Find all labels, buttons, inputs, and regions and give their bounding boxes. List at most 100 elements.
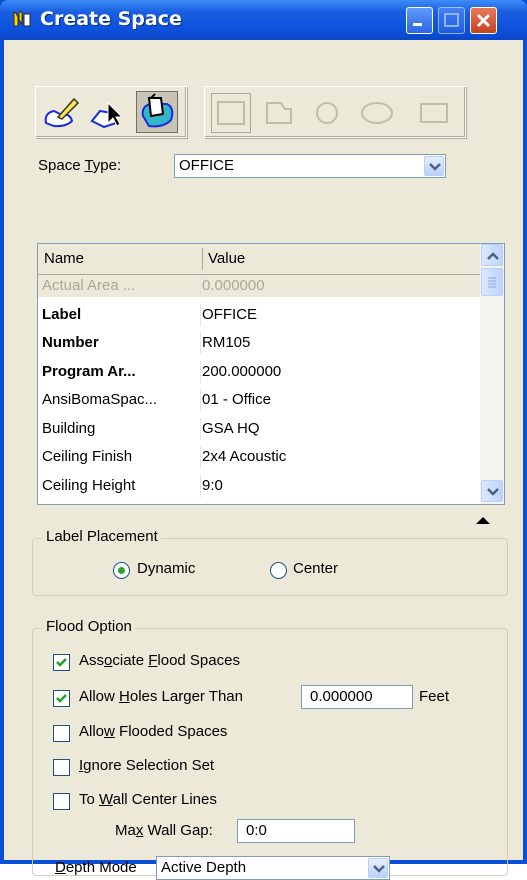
space-type-select[interactable]: OFFICE (174, 154, 446, 178)
grid-cell-name: Ceiling Finish (42, 448, 133, 465)
column-header-name[interactable]: Name (44, 250, 84, 267)
shape-toolbar (204, 86, 466, 138)
ellipse-tool[interactable] (355, 93, 395, 133)
square-icon (420, 103, 448, 123)
grid-cell-value[interactable]: 200.000000 (202, 363, 281, 380)
grip-icon (488, 277, 496, 288)
dialog-body: Space Type: OFFICE Name Value Actual Are… (4, 40, 523, 880)
ignore-selection-label: Ignore Selection Set (79, 757, 215, 774)
minimize-icon (413, 23, 422, 26)
app-icon (13, 11, 31, 27)
rectangle-icon (217, 101, 245, 125)
grid-cell-name: AnsiBomaSpac... (42, 391, 158, 408)
allow-holes-unit: Feet (419, 688, 450, 705)
allow-flooded-label: Allow Flooded Spaces (79, 723, 228, 740)
grid-cell-name: Actual Area ... (42, 277, 136, 294)
allow-holes-input[interactable]: 0.000000 (301, 685, 413, 709)
maximize-button[interactable] (438, 7, 465, 34)
associate-flood-label: Associate Flood Spaces (79, 652, 240, 669)
checkmark-icon (56, 658, 67, 667)
radio-dynamic-label: Dynamic (137, 560, 196, 577)
grid-row[interactable]: Number RM105 (38, 332, 480, 354)
minimize-button[interactable] (406, 7, 433, 34)
grid-cell-value[interactable]: OFFICE (202, 306, 257, 323)
collapse-arrow-icon[interactable] (475, 515, 491, 525)
chevron-down-icon (373, 865, 385, 873)
grid-cell-name: Label (42, 305, 82, 323)
radio-dynamic[interactable] (113, 562, 130, 579)
grid-cell-value[interactable]: 9:0 (202, 477, 223, 494)
label-placement-legend: Label Placement (43, 528, 161, 545)
radio-center-label: Center (293, 560, 339, 577)
wall-center-label: To Wall Center Lines (79, 791, 217, 808)
polygon-tool[interactable] (259, 93, 299, 133)
ellipse-icon (361, 102, 393, 124)
grid-scrollbar[interactable] (480, 244, 504, 504)
allow-flooded-checkbox[interactable] (53, 725, 70, 742)
chevron-down-icon (487, 488, 499, 496)
close-button[interactable] (470, 7, 497, 34)
space-type-value: OFFICE (179, 157, 234, 174)
radio-center[interactable] (270, 562, 287, 579)
depth-mode-value: Active Depth (161, 859, 247, 876)
chevron-up-icon (487, 252, 499, 260)
grid-cell-value[interactable]: 2x4 Acoustic (202, 448, 286, 465)
close-icon (476, 13, 491, 28)
space-type-label: Space Type: (38, 157, 122, 174)
scroll-up-button[interactable] (481, 244, 503, 266)
select-flood-icon (90, 101, 124, 129)
grid-row[interactable]: Building GSA HQ (38, 417, 480, 440)
allow-holes-checkbox[interactable] (53, 690, 70, 707)
chevron-down-icon (429, 163, 441, 171)
property-grid[interactable]: Name Value Actual Area ... 0.000000 Label O… (37, 243, 505, 505)
flood-option-group: Flood Option Associate Flood Spaces Allo… (32, 618, 508, 876)
grid-cell-name: Ceiling Height (42, 476, 136, 494)
grid-row[interactable]: Ceiling Finish 2x4 Acoustic (38, 446, 480, 468)
grid-row[interactable]: AnsiBomaSpac... 01 - Office (38, 389, 480, 411)
grid-cell-value[interactable]: GSA HQ (202, 420, 260, 437)
depth-mode-label: Depth Mode (55, 859, 137, 876)
max-wall-gap-input[interactable]: 0:0 (237, 819, 355, 843)
scroll-thumb[interactable] (481, 268, 503, 296)
circle-tool[interactable] (309, 93, 349, 133)
allow-holes-value: 0.000000 (310, 688, 373, 705)
square-tool[interactable] (415, 93, 455, 133)
title-bar[interactable]: Create Space (0, 0, 527, 40)
grid-row[interactable]: Label OFFICE (38, 303, 480, 326)
max-wall-gap-label: Max Wall Gap: (115, 822, 213, 839)
circle-icon (316, 102, 338, 124)
grid-row[interactable]: Actual Area ... 0.000000 (38, 275, 480, 297)
grid-row[interactable]: Ceiling Height 9:0 (38, 474, 480, 497)
space-type-dropdown-button[interactable] (424, 156, 444, 176)
allow-holes-label: Allow Holes Larger Than (79, 688, 243, 705)
depth-mode-select[interactable]: Active Depth (156, 856, 390, 880)
flood-option-legend: Flood Option (43, 618, 135, 635)
flood-fill-icon (141, 93, 174, 128)
scroll-down-button[interactable] (481, 480, 503, 502)
grid-cell-name: Number (42, 334, 99, 351)
grid-cell-name: Program Ar... (42, 362, 136, 380)
method-toolbar (35, 86, 187, 138)
max-wall-gap-value: 0:0 (246, 822, 267, 839)
grid-cell-value[interactable]: RM105 (202, 334, 250, 351)
rectangle-tool[interactable] (211, 93, 251, 133)
checkmark-icon (56, 694, 67, 703)
maximize-icon (444, 13, 459, 27)
place-space-icon (44, 97, 80, 128)
associate-flood-checkbox[interactable] (53, 654, 70, 671)
grid-row[interactable]: Program Ar... 200.000000 (38, 360, 480, 383)
column-header-value[interactable]: Value (208, 250, 245, 267)
place-space-tool[interactable] (40, 91, 82, 133)
flood-fill-tool[interactable] (136, 91, 178, 133)
grid-header: Name Value (38, 244, 480, 275)
ignore-selection-checkbox[interactable] (53, 759, 70, 776)
depth-mode-dropdown-button[interactable] (368, 858, 388, 878)
grid-cell-value[interactable]: 0.000000 (202, 277, 265, 294)
wall-center-checkbox[interactable] (53, 793, 70, 810)
grid-cell-name: Building (42, 419, 96, 437)
label-placement-group: Label Placement Dynamic Center (32, 528, 508, 596)
polygon-icon (266, 102, 292, 124)
grid-cell-value[interactable]: 01 - Office (202, 391, 271, 408)
window-title: Create Space (40, 8, 182, 30)
select-flood-tool[interactable] (88, 91, 130, 133)
